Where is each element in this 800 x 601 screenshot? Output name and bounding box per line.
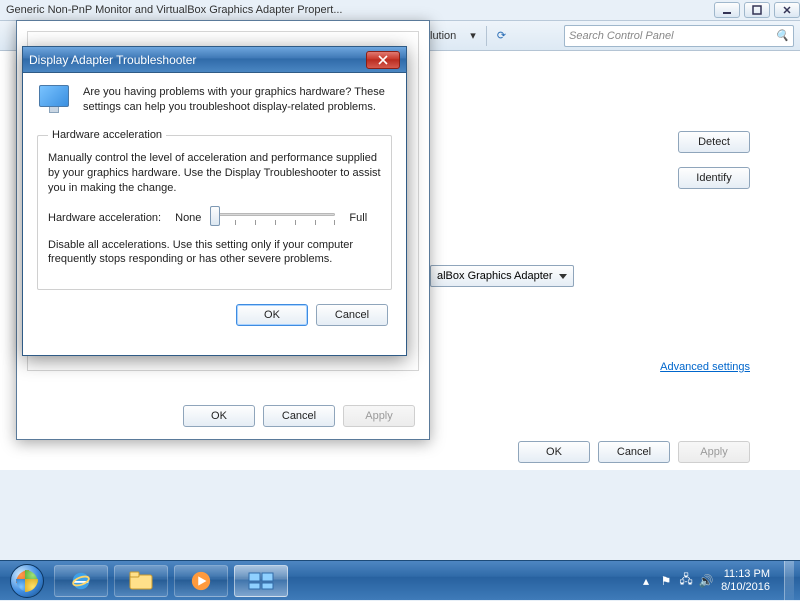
troubleshooter-intro: Are you having problems with your graphi… (83, 85, 392, 117)
task-explorer[interactable] (114, 565, 168, 597)
hardware-acceleration-legend: Hardware acceleration (48, 129, 166, 141)
slider-min-label: None (175, 212, 201, 224)
acceleration-slider[interactable] (215, 206, 335, 230)
task-media-player[interactable] (174, 565, 228, 597)
adapter-dropdown-value: alBox Graphics Adapter (437, 270, 553, 282)
clock-time: 11:13 PM (721, 568, 770, 581)
troubleshooter-dialog: Display Adapter Troubleshooter Are you h… (22, 46, 407, 356)
hardware-acceleration-text: Manually control the level of accelerati… (48, 151, 381, 196)
cp-cancel-button[interactable]: Cancel (598, 441, 670, 463)
cp-ok-button[interactable]: OK (518, 441, 590, 463)
show-desktop-button[interactable] (784, 561, 794, 601)
hardware-acceleration-group: Hardware acceleration Manually control t… (37, 129, 392, 290)
taskbar-clock[interactable]: 11:13 PM 8/10/2016 (721, 568, 770, 593)
tray-network-icon[interactable]: 🖧 (679, 574, 693, 588)
search-placeholder: Search Control Panel (569, 30, 674, 42)
monitor-icon (37, 85, 73, 117)
troubleshooter-title: Display Adapter Troubleshooter (29, 53, 196, 67)
clock-date: 8/10/2016 (721, 581, 770, 594)
tray-volume-icon[interactable]: 🔊 (699, 574, 713, 588)
breadcrumb-chevron-icon[interactable]: ▾ (466, 27, 480, 44)
properties-window-caption: Generic Non-PnP Monitor and VirtualBox G… (0, 0, 800, 20)
search-input[interactable]: Search Control Panel 🔍 (564, 25, 794, 47)
tray-chevron-icon[interactable]: ▴ (639, 574, 653, 588)
start-button[interactable] (6, 564, 48, 598)
refresh-icon[interactable]: ⟳ (493, 27, 510, 44)
props-cancel-button[interactable]: Cancel (263, 405, 335, 427)
close-button[interactable] (774, 2, 800, 18)
identify-button[interactable]: Identify (678, 167, 750, 189)
tray-action-center-icon[interactable]: ⚑ (659, 574, 673, 588)
breadcrumb-fragment[interactable]: lution (426, 28, 460, 44)
adapter-dropdown[interactable]: alBox Graphics Adapter (430, 265, 574, 287)
minimize-button[interactable] (714, 2, 740, 18)
ts-ok-button[interactable]: OK (236, 304, 308, 326)
slider-max-label: Full (349, 212, 367, 224)
properties-window-title: Generic Non-PnP Monitor and VirtualBox G… (6, 4, 343, 16)
system-tray: ▴ ⚑ 🖧 🔊 11:13 PM 8/10/2016 (639, 568, 774, 593)
acceleration-description: Disable all accelerations. Use this sett… (48, 238, 381, 268)
task-control-panel[interactable] (234, 565, 288, 597)
detect-button[interactable]: Detect (678, 131, 750, 153)
taskbar: ▴ ⚑ 🖧 🔊 11:13 PM 8/10/2016 (0, 560, 800, 600)
props-apply-button: Apply (343, 405, 415, 427)
slider-label: Hardware acceleration: (48, 212, 161, 224)
ts-cancel-button[interactable]: Cancel (316, 304, 388, 326)
troubleshooter-titlebar[interactable]: Display Adapter Troubleshooter (23, 47, 406, 73)
toolbar-divider (486, 26, 487, 46)
task-ie[interactable] (54, 565, 108, 597)
troubleshooter-close-button[interactable] (366, 51, 400, 69)
maximize-button[interactable] (744, 2, 770, 18)
advanced-settings-link[interactable]: Advanced settings (660, 361, 750, 373)
props-ok-button[interactable]: OK (183, 405, 255, 427)
search-icon[interactable]: 🔍 (775, 29, 789, 42)
slider-thumb[interactable] (210, 206, 220, 226)
cp-apply-button: Apply (678, 441, 750, 463)
